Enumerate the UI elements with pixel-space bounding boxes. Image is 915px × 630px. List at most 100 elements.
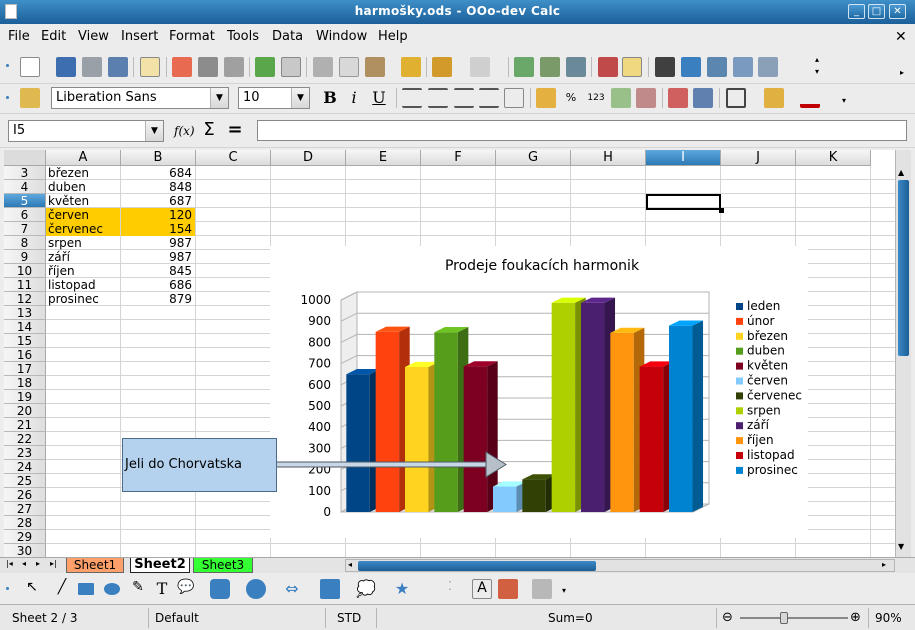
font-name-combo[interactable]: Liberation Sans ▼ (51, 87, 229, 109)
cut-icon[interactable] (313, 57, 333, 77)
merge-cells-icon[interactable] (504, 88, 524, 108)
stars-icon[interactable]: ★ (392, 579, 412, 599)
last-sheet-icon[interactable]: ▸| (50, 559, 57, 568)
block-arrows-icon[interactable]: ⇔ (282, 579, 302, 599)
row-header-27[interactable]: 27 (4, 502, 46, 516)
print-preview-icon[interactable] (224, 57, 244, 77)
maximize-icon[interactable]: □ (868, 4, 885, 19)
next-sheet-icon[interactable]: ▸ (36, 559, 40, 568)
toolbar-more-icon[interactable]: ▾ (842, 96, 846, 105)
percent-icon[interactable]: % (561, 88, 581, 108)
cell-month[interactable]: prosinec (46, 292, 120, 306)
name-box[interactable]: I5 ▼ (8, 120, 164, 142)
column-header-i[interactable]: I (646, 150, 721, 166)
menu-view[interactable]: View (78, 29, 109, 44)
menu-tools[interactable]: Tools (227, 29, 259, 44)
row-header-6[interactable]: 6 (4, 208, 46, 222)
toolbar-more-icon-2[interactable]: ▸ (900, 68, 904, 77)
chevron-down-icon[interactable]: ▼ (145, 121, 163, 141)
fontwork-icon[interactable]: A (472, 579, 492, 599)
edit-file-icon[interactable] (108, 57, 128, 77)
row-header-21[interactable]: 21 (4, 418, 46, 432)
data-sources-icon[interactable] (733, 57, 753, 77)
freeform-tool-icon[interactable]: ✎ (128, 579, 148, 599)
row-header-29[interactable]: 29 (4, 530, 46, 544)
align-left-icon[interactable] (402, 88, 422, 108)
column-header-d[interactable]: D (271, 150, 346, 166)
menu-insert[interactable]: Insert (121, 29, 158, 44)
column-header-e[interactable]: E (346, 150, 421, 166)
toolbar-more-icon[interactable]: ▴ ▾ (812, 54, 822, 80)
menu-help[interactable]: Help (378, 29, 408, 44)
menu-file[interactable]: File (8, 29, 30, 44)
hyperlink-icon[interactable] (514, 57, 534, 77)
delete-decimal-icon[interactable] (636, 88, 656, 108)
spellcheck-icon[interactable] (255, 57, 275, 77)
cell-month[interactable]: červenec (46, 222, 120, 236)
text-tool-icon[interactable]: T (152, 579, 172, 599)
justify-icon[interactable] (479, 88, 499, 108)
column-header-h[interactable]: H (571, 150, 646, 166)
vertical-scrollbar[interactable]: ▲ ▼ (895, 150, 911, 557)
chart-object[interactable]: Prodeje foukacích harmonik 0 100 200 300 400 5… (270, 246, 808, 538)
cell-value[interactable]: 845 (121, 264, 195, 278)
zoom-slider-track[interactable] (740, 617, 848, 619)
scroll-right-arrow-icon[interactable]: ▸ (882, 560, 886, 569)
sheet-tab-1[interactable]: Sheet1 (66, 558, 124, 573)
column-header-j[interactable]: J (721, 150, 796, 166)
background-color-icon[interactable] (764, 88, 784, 108)
borders-icon[interactable] (726, 88, 746, 108)
select-pointer-icon[interactable]: ↖ (22, 579, 42, 599)
row-header-28[interactable]: 28 (4, 516, 46, 530)
row-header-10[interactable]: 10 (4, 264, 46, 278)
scroll-left-arrow-icon[interactable]: ◂ (348, 560, 352, 569)
align-center-icon[interactable] (428, 88, 448, 108)
zoom-slider-handle[interactable] (780, 612, 788, 624)
cell-month[interactable]: červen (46, 208, 120, 222)
sum-icon[interactable]: Σ (199, 120, 219, 140)
status-page-style[interactable]: Default (155, 611, 199, 625)
add-decimal-icon[interactable] (611, 88, 631, 108)
close-window-icon[interactable]: ✕ (889, 4, 906, 19)
insert-chart-icon[interactable] (598, 57, 618, 77)
gallery-icon[interactable] (707, 57, 727, 77)
cell-value[interactable]: 684 (121, 166, 195, 180)
row-header-24[interactable]: 24 (4, 460, 46, 474)
cell-month[interactable]: říjen (46, 264, 120, 278)
number-format-icon[interactable]: 123 (586, 88, 606, 108)
horizontal-scroll-thumb[interactable] (358, 561, 596, 571)
row-header-7[interactable]: 7 (4, 222, 46, 236)
symbol-shapes-icon[interactable] (246, 579, 266, 599)
paste-icon[interactable] (365, 57, 385, 77)
chevron-down-icon[interactable]: ▼ (210, 88, 228, 108)
toolbar-more-icon[interactable]: ▾ (562, 586, 566, 595)
horizontal-scrollbar[interactable]: ◂ ▸ (345, 559, 895, 572)
row-header-26[interactable]: 26 (4, 488, 46, 502)
column-header-b[interactable]: B (121, 150, 196, 166)
decrease-indent-icon[interactable] (668, 88, 688, 108)
first-sheet-icon[interactable]: |◂ (6, 559, 13, 568)
bold-icon[interactable]: B (320, 88, 340, 108)
callouts-icon[interactable]: 💭 (356, 579, 376, 599)
draw-functions-icon[interactable] (622, 57, 642, 77)
sort-descending-icon[interactable] (566, 57, 586, 77)
prev-sheet-icon[interactable]: ◂ (22, 559, 26, 568)
row-header-19[interactable]: 19 (4, 390, 46, 404)
row-header-23[interactable]: 23 (4, 446, 46, 460)
undo-icon[interactable] (432, 57, 452, 77)
cell-value[interactable]: 879 (121, 292, 195, 306)
spreadsheet-grid[interactable]: ABCDEFGHIJK 3 4 5 6 7 8 9 10 11 12 13 14 15 16 17 18 19 2… (4, 150, 906, 557)
row-header-4[interactable]: 4 (4, 180, 46, 194)
points-icon[interactable]: ⁚ (440, 579, 460, 599)
status-zoom[interactable]: 90% (875, 611, 902, 625)
basic-shapes-icon[interactable] (210, 579, 230, 599)
find-replace-icon[interactable] (655, 57, 675, 77)
row-header-22[interactable]: 22 (4, 432, 46, 446)
cell-value[interactable]: 154 (121, 222, 195, 236)
styles-icon[interactable] (20, 88, 40, 108)
autospell-icon[interactable] (281, 57, 301, 77)
toolbar-grip-icon[interactable] (6, 64, 9, 67)
column-header-k[interactable]: K (796, 150, 871, 166)
row-header-12[interactable]: 12 (4, 292, 46, 306)
underline-icon[interactable]: U (369, 88, 389, 108)
